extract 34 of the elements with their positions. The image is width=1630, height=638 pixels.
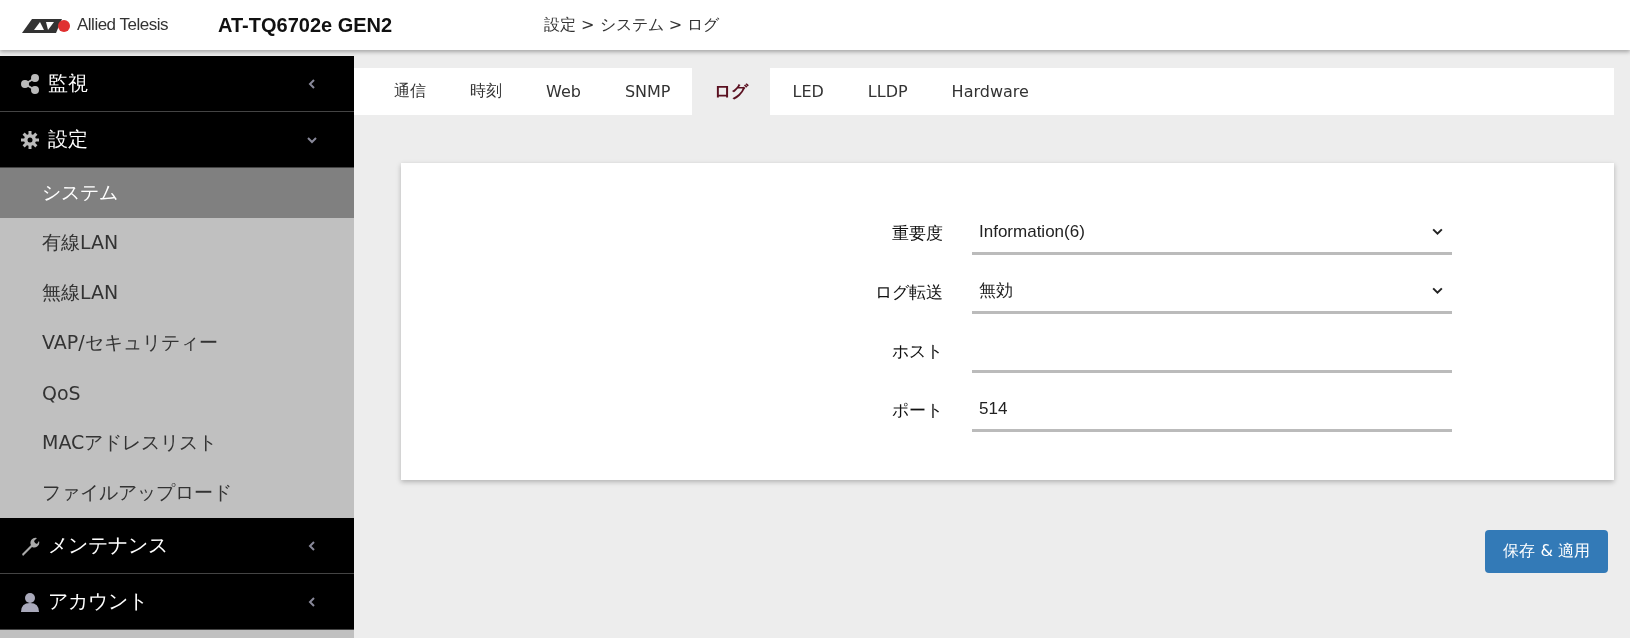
sidebar-item[interactable]: VAP/セキュリティー xyxy=(0,318,354,368)
field-label: ホスト xyxy=(891,339,944,363)
sidebar-item[interactable]: 有線LAN xyxy=(0,218,354,268)
select-field[interactable]: Information(6) xyxy=(972,211,1452,255)
breadcrumb: 設定 > システム > ログ xyxy=(544,14,720,36)
section-label: 設定 xyxy=(48,126,89,153)
settings-icon xyxy=(20,129,40,150)
field-label: ログ転送 xyxy=(874,280,944,304)
sidebar-section[interactable]: アカウント xyxy=(0,574,354,630)
sidebar-item[interactable]: システム xyxy=(0,168,354,218)
sidebar-item[interactable]: 無線LAN xyxy=(0,268,354,318)
tab[interactable]: ログ xyxy=(692,68,771,115)
section-label: 監視 xyxy=(48,70,89,97)
chevron-left-icon xyxy=(306,595,318,608)
chevron-left-icon xyxy=(306,77,318,90)
section-label: アカウント xyxy=(48,588,149,615)
save-apply-button[interactable]: 保存 & 適用 xyxy=(1485,530,1608,573)
device-model: AT-TQ6702e GEN2 xyxy=(218,13,394,37)
wrench-icon xyxy=(20,535,40,556)
sidebar-item[interactable]: QoS xyxy=(0,368,354,418)
field-label: ポート xyxy=(891,398,944,422)
select-field[interactable]: 無効 xyxy=(972,270,1452,314)
user-icon xyxy=(20,591,40,612)
sidebar-item[interactable]: ファイルアップロード xyxy=(0,468,354,518)
field-label: 重要度 xyxy=(891,221,944,245)
sidebar-item[interactable]: MACアドレスリスト xyxy=(0,418,354,468)
sidebar-section[interactable]: 設定 xyxy=(0,112,354,168)
sidebar-section[interactable]: 監視 xyxy=(0,56,354,112)
logo-text: Allied Telesis xyxy=(77,15,168,35)
share-icon xyxy=(20,73,40,94)
section-label: メンテナンス xyxy=(48,532,169,559)
sidebar-section[interactable]: メンテナンス xyxy=(0,518,354,574)
chevron-left-icon xyxy=(306,539,318,552)
input-field[interactable]: 514 xyxy=(972,388,1452,432)
